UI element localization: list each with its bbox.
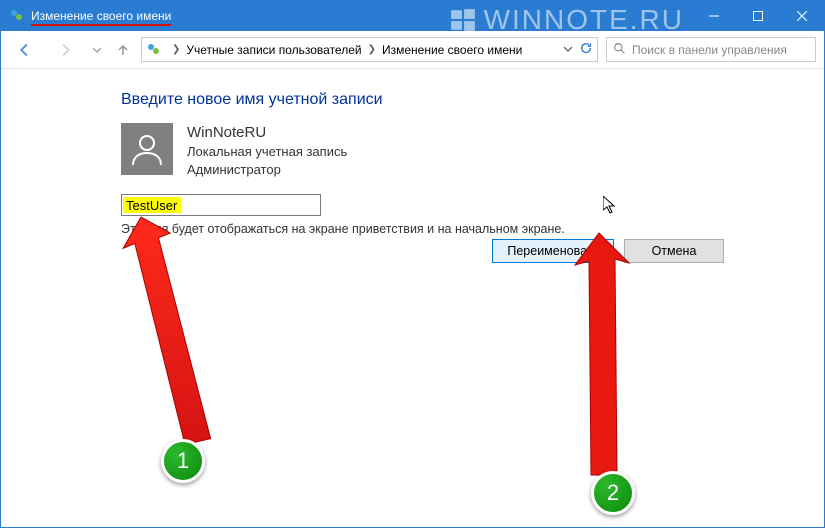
chevron-right-icon: ❯: [172, 44, 180, 55]
search-box[interactable]: [606, 37, 816, 62]
minimize-button[interactable]: [692, 1, 736, 31]
window-titlebar: Изменение своего имени WINNOTE.RU: [1, 1, 824, 31]
app-icon: [9, 8, 25, 24]
breadcrumb-item[interactable]: Учетные записи пользователей: [186, 43, 361, 57]
search-input[interactable]: [630, 42, 809, 58]
new-name-input[interactable]: [121, 194, 321, 216]
breadcrumb[interactable]: ❯ Учетные записи пользователей ❯ Изменен…: [141, 37, 598, 62]
close-button[interactable]: [780, 1, 824, 31]
maximize-button[interactable]: [736, 1, 780, 31]
nav-back-button[interactable]: [9, 34, 41, 66]
toolbar: ❯ Учетные записи пользователей ❯ Изменен…: [1, 31, 824, 69]
refresh-icon[interactable]: [579, 41, 593, 58]
chevron-right-icon: ❯: [368, 44, 376, 55]
cancel-button[interactable]: Отмена: [624, 239, 724, 263]
nav-dropdown-icon[interactable]: [563, 43, 573, 57]
breadcrumb-root-icon: [146, 42, 162, 58]
account-type: Локальная учетная запись: [187, 143, 347, 161]
description-text: Это имя будет отображаться на экране при…: [121, 222, 824, 236]
avatar: [121, 123, 173, 175]
account-name: WinNoteRU: [187, 123, 347, 143]
window-title: Изменение своего имени: [31, 9, 171, 23]
nav-history-dropdown[interactable]: [89, 34, 105, 66]
annotation-badge-2: 2: [591, 471, 635, 515]
name-input-row: [121, 194, 824, 216]
account-block: WinNoteRU Локальная учетная запись Админ…: [121, 123, 824, 178]
account-info: WinNoteRU Локальная учетная запись Админ…: [187, 123, 347, 178]
search-icon: [613, 42, 626, 58]
page-heading: Введите новое имя учетной записи: [121, 91, 824, 109]
account-role: Администратор: [187, 161, 347, 179]
window-controls: [692, 1, 824, 31]
nav-up-button[interactable]: [113, 34, 133, 66]
button-row: Переименовать Отмена: [492, 239, 724, 263]
annotation-badge-1: 1: [161, 439, 205, 483]
nav-forward-button[interactable]: [49, 34, 81, 66]
content-area: Введите новое имя учетной записи WinNote…: [1, 69, 824, 529]
rename-button[interactable]: Переименовать: [492, 239, 614, 263]
breadcrumb-item[interactable]: Изменение своего имени: [382, 43, 522, 57]
